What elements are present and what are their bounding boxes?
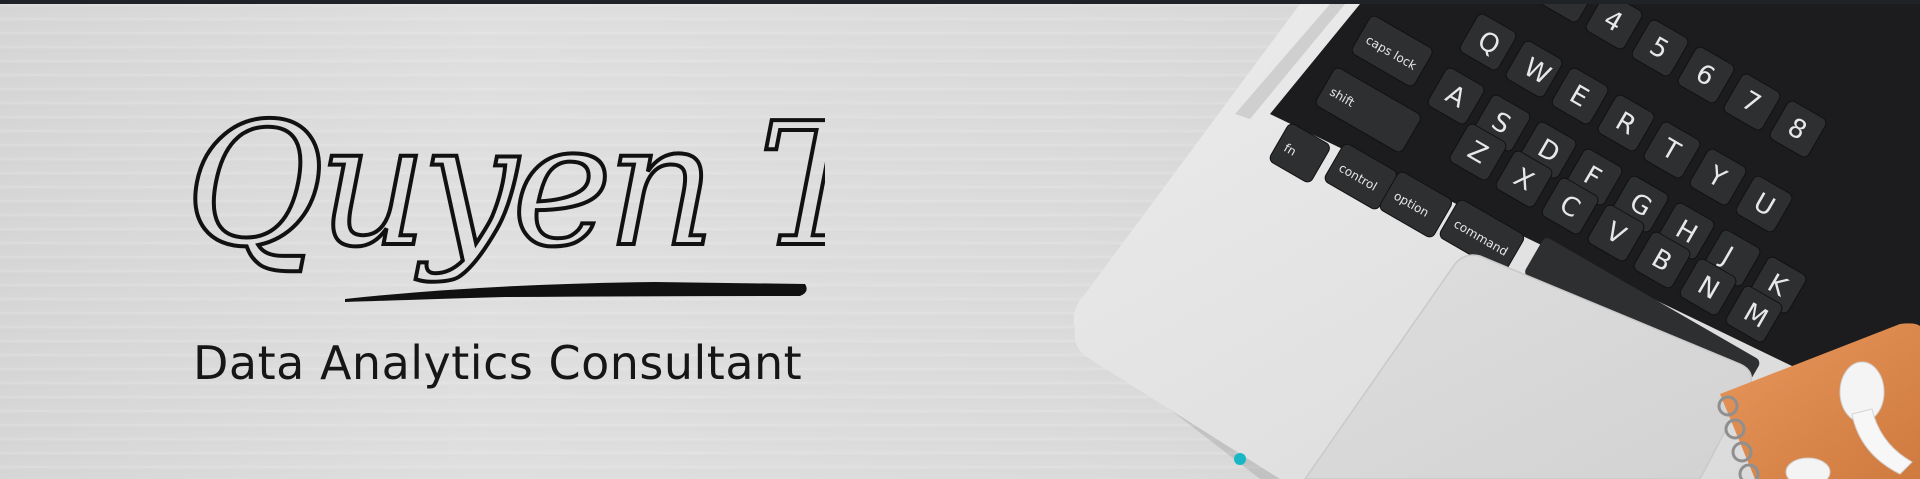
- signature-logo: Quyen Ta: [185, 85, 825, 302]
- slider-dot[interactable]: [1234, 453, 1246, 465]
- subtitle: Data Analytics Consultant: [193, 336, 803, 390]
- signature-name: Quyen Ta: [185, 87, 825, 285]
- hero-banner: QWERTYUASDFGHJKZXCVBNM345678caps lockshi…: [0, 4, 1920, 479]
